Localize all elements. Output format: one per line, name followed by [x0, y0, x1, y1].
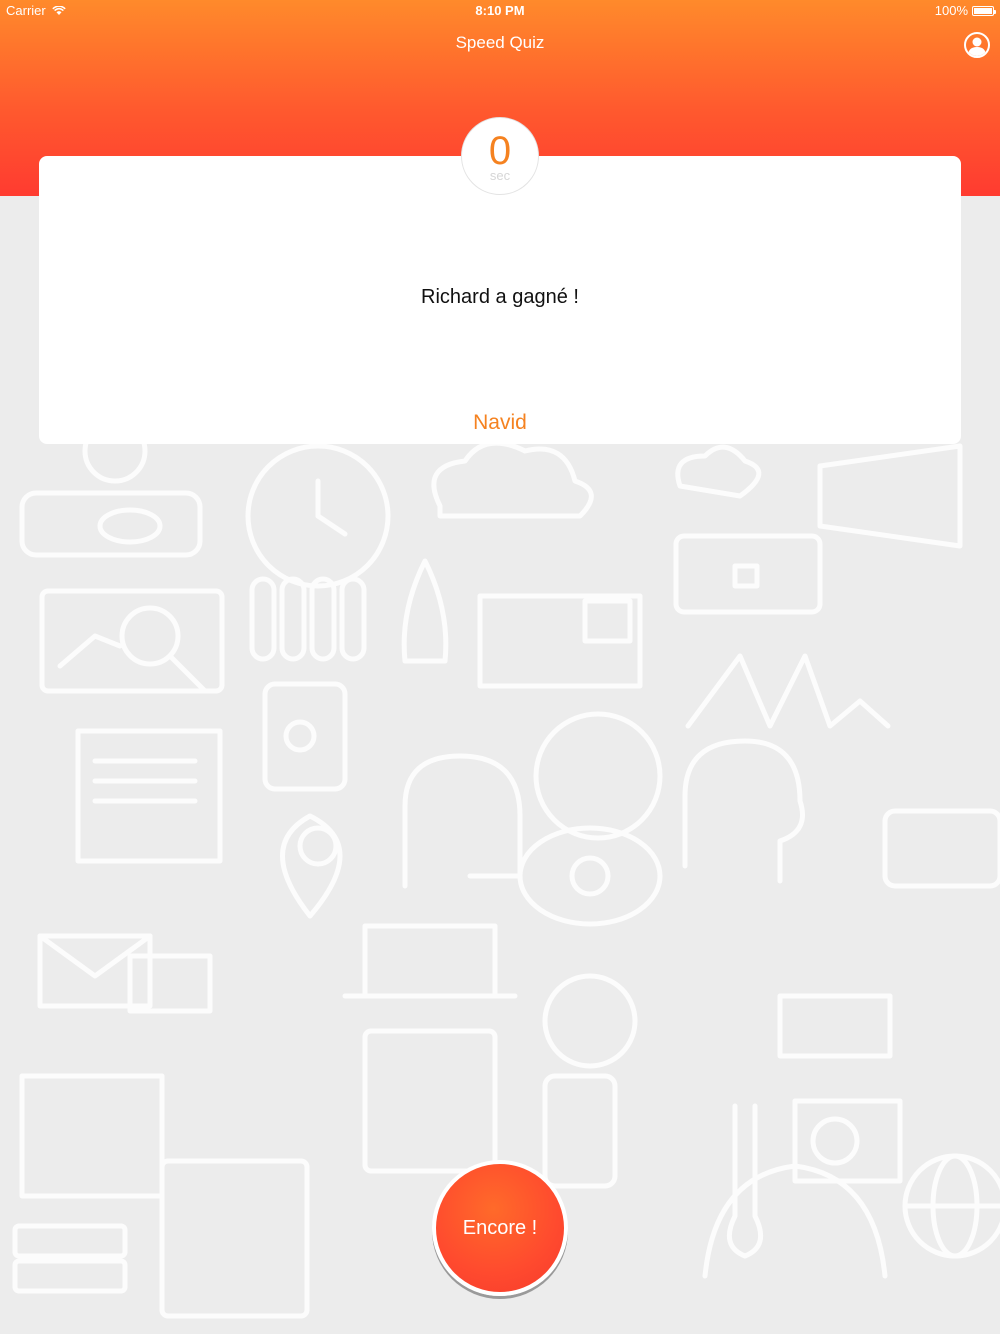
- battery-icon: [972, 5, 996, 16]
- next-player-name: Navid: [473, 411, 527, 434]
- result-message: Richard a gagné !: [421, 286, 579, 308]
- user-profile-icon: [968, 37, 986, 56]
- battery-percentage: 100%: [934, 3, 968, 18]
- timer-value: 0: [488, 129, 512, 173]
- status-right: 100%: [934, 3, 996, 18]
- page-title: Speed Quiz: [455, 33, 545, 52]
- screen: Carrier 8:10 PM 100% Speed Quiz Richard …: [0, 0, 1000, 1334]
- result-card: Richard a gagné ! Navid: [39, 156, 961, 444]
- profile-button[interactable]: [964, 32, 990, 58]
- encore-button[interactable]: Encore !: [432, 1160, 568, 1296]
- timer-unit: sec: [489, 168, 511, 183]
- status-bar: Carrier 8:10 PM 100%: [0, 0, 1000, 22]
- countdown-timer: 0 sec: [461, 117, 539, 195]
- status-time: 8:10 PM: [475, 3, 525, 18]
